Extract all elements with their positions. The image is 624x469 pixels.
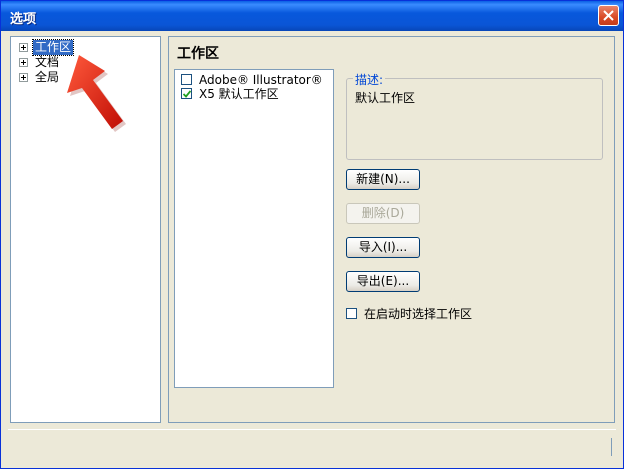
workspace-checkbox[interactable] [181,88,192,99]
plus-icon [21,45,26,50]
plus-icon [21,60,26,65]
title-bar[interactable]: 选项 [1,1,623,31]
close-icon [603,10,614,21]
expand-button[interactable] [19,43,28,52]
status-bar [8,429,616,463]
workspace-checkbox[interactable] [181,74,192,85]
startup-checkbox[interactable] [346,308,357,319]
workspace-panel: 工作区 Adobe® Illustrator® X5 默认工作区 描述: 默认工… [168,36,615,423]
description-group: 描述: 默认工作区 [346,71,603,160]
import-button[interactable]: 导入(I)... [346,237,420,258]
tree-item-label: 全局 [35,70,60,84]
startup-checkbox-label: 在启动时选择工作区 [364,307,473,321]
description-legend: 描述: [353,71,386,88]
options-dialog: 选项 工作区 文档 全局 工作区 Adobe® Illustrator® X5 … [0,0,624,469]
export-button[interactable]: 导出(E)... [346,271,420,292]
plus-icon [21,75,26,80]
checkmark-icon [183,90,191,98]
workspace-label: X5 默认工作区 [199,87,279,101]
description-text: 默认工作区 [355,91,416,105]
panel-title: 工作区 [177,46,219,62]
expand-button[interactable] [19,58,28,67]
workspace-list[interactable]: Adobe® Illustrator® X5 默认工作区 [174,69,334,388]
expand-button[interactable] [19,73,28,82]
resize-grip[interactable] [611,438,612,456]
red-arrow-icon [67,55,126,132]
tree-item-label: 文档 [35,55,60,69]
workspace-label: Adobe® Illustrator® [199,73,323,87]
new-button[interactable]: 新建(N)... [346,169,420,190]
window-title: 选项 [10,12,37,27]
delete-button[interactable]: 删除(D) [346,203,420,224]
close-button[interactable] [598,5,619,26]
